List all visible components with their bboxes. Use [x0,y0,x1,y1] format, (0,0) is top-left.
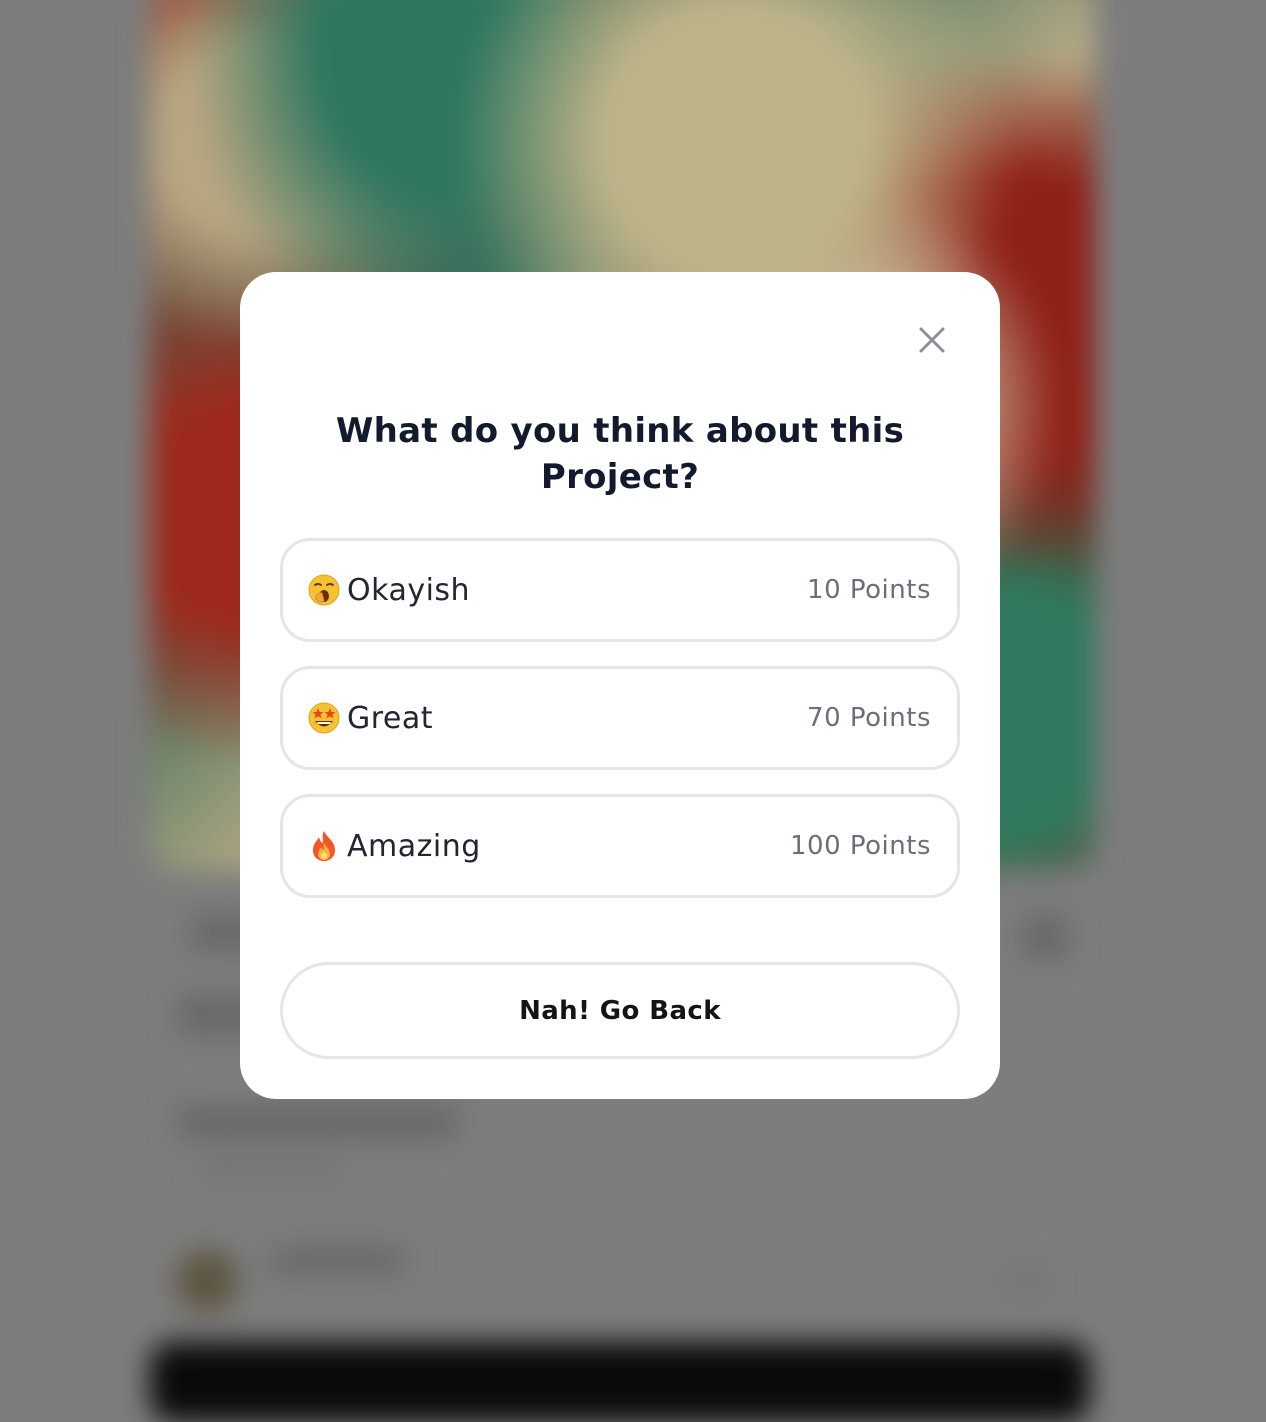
rating-option-okayish[interactable]: Okayish 10 Points [280,538,960,642]
background-avatar [176,1250,238,1312]
background-text-line [200,1160,340,1176]
option-points: 10 Points [807,575,931,605]
option-points: 70 Points [807,703,931,733]
option-label: Amazing [347,828,481,864]
yawning-face-icon [307,573,341,607]
background-text-line [1005,1268,1045,1294]
star-struck-face-icon [307,701,341,735]
option-label: Okayish [347,572,471,608]
close-icon [914,322,950,358]
background-bottom-bar [150,1342,1090,1422]
option-label: Great [347,700,434,736]
go-back-button[interactable]: Nah! Go Back [280,962,960,1059]
modal-title: What do you think about this Project? [335,411,905,497]
rating-option-great[interactable]: Great 70 Points [280,666,960,770]
background-text-line [1020,912,1070,962]
background-text-line [270,1248,405,1274]
fire-icon [307,829,341,863]
option-points: 100 Points [790,831,931,861]
rating-option-amazing[interactable]: Amazing 100 Points [280,794,960,898]
close-button[interactable] [914,322,950,358]
background-text-line [178,1105,458,1139]
rating-modal: What do you think about this Project? Ok… [240,272,1000,1099]
